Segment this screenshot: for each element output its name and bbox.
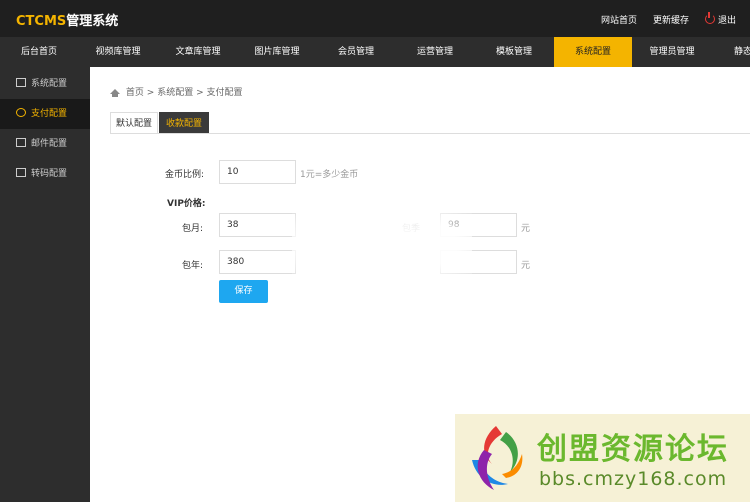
main-nav: 后台首页 视频库管理 文章库管理 图片库管理 会员管理 运营管理 模板管理 系统… (0, 37, 750, 67)
nav-item-operations[interactable]: 运营管理 (396, 37, 474, 67)
sidebar: 系统配置 支付配置 邮件配置 转码配置 (0, 67, 90, 502)
coin-icon (16, 108, 26, 117)
sidebar-item-label: 邮件配置 (31, 139, 68, 149)
logo-suffix: 管理系统 (66, 14, 119, 29)
coin-ratio-input[interactable] (219, 160, 296, 184)
sidebar-item-transcode-config[interactable]: 转码配置 (0, 159, 90, 189)
power-icon (704, 12, 715, 24)
nav-item-article-library[interactable]: 文章库管理 (158, 37, 238, 67)
monitor-icon (16, 78, 26, 87)
nav-item-video-library[interactable]: 视频库管理 (78, 37, 158, 67)
breadcrumb-current: 支付配置 (206, 88, 243, 98)
sidebar-item-label: 系统配置 (31, 79, 68, 89)
breadcrumb: 首页 > 系统配置 > 支付配置 (110, 85, 243, 98)
mail-icon (16, 138, 26, 147)
breadcrumb-separator: > (196, 88, 204, 98)
watermark-title: 创盟资源论坛 (537, 432, 729, 467)
sidebar-item-label: 转码配置 (31, 169, 68, 179)
grid-icon (16, 168, 26, 177)
app-logo[interactable]: CTCMS管理系统 (16, 10, 118, 29)
month-price-label: 包月: (182, 224, 204, 234)
month-price-input[interactable] (219, 213, 296, 237)
nav-item-members[interactable]: 会员管理 (316, 37, 396, 67)
sidebar-item-system-config[interactable]: 系统配置 (0, 69, 90, 99)
watermark-logo-icon (472, 426, 523, 490)
coin-ratio-label: 金币比例: (165, 170, 205, 180)
coin-ratio-hint: 1元=多少金币 (300, 170, 359, 180)
breadcrumb-separator: > (146, 88, 155, 98)
nav-item-dashboard[interactable]: 后台首页 (0, 37, 78, 67)
logo-brand: CTCMS (16, 14, 67, 29)
tab-payment-collection-config[interactable]: 收款配置 (159, 112, 209, 134)
nav-item-templates[interactable]: 模板管理 (474, 37, 554, 67)
top-links: 网站首页 更新缓存 退出 (601, 12, 736, 26)
save-button[interactable]: 保存 (219, 280, 268, 303)
breadcrumb-home[interactable]: 首页 (126, 88, 144, 98)
nav-item-static[interactable]: 静态 (712, 37, 750, 67)
breadcrumb-system-config[interactable]: 系统配置 (157, 88, 193, 98)
nav-item-admin-management[interactable]: 管理员管理 (632, 37, 712, 67)
sidebar-item-label: 支付配置 (31, 109, 68, 119)
watermark-url: bbs.cmzy168.com (539, 468, 728, 490)
update-cache-link[interactable]: 更新缓存 (653, 13, 689, 26)
watermark: 创盟资源论坛 bbs.cmzy168.com (455, 414, 750, 502)
second-year-unit: 元 (521, 261, 531, 271)
top-bar: CTCMS管理系统 网站首页 更新缓存 退出 (0, 0, 750, 37)
logout-label: 退出 (717, 16, 736, 26)
nav-item-system-config[interactable]: 系统配置 (554, 37, 632, 67)
vip-price-title: VIP价格: (167, 199, 206, 209)
quarter-unit: 元 (521, 224, 531, 234)
redaction-blur (292, 210, 472, 280)
nav-item-image-library[interactable]: 图片库管理 (238, 37, 316, 67)
sidebar-item-mail-config[interactable]: 邮件配置 (0, 129, 90, 159)
logout-link[interactable]: 退出 (704, 12, 736, 26)
home-icon (110, 89, 120, 97)
year-price-input[interactable] (219, 250, 296, 274)
tab-divider (110, 133, 750, 134)
tab-default-config[interactable]: 默认配置 (110, 112, 158, 134)
year-price-label: 包年: (182, 261, 204, 271)
sidebar-item-payment-config[interactable]: 支付配置 (0, 99, 90, 129)
site-home-link[interactable]: 网站首页 (601, 13, 637, 26)
